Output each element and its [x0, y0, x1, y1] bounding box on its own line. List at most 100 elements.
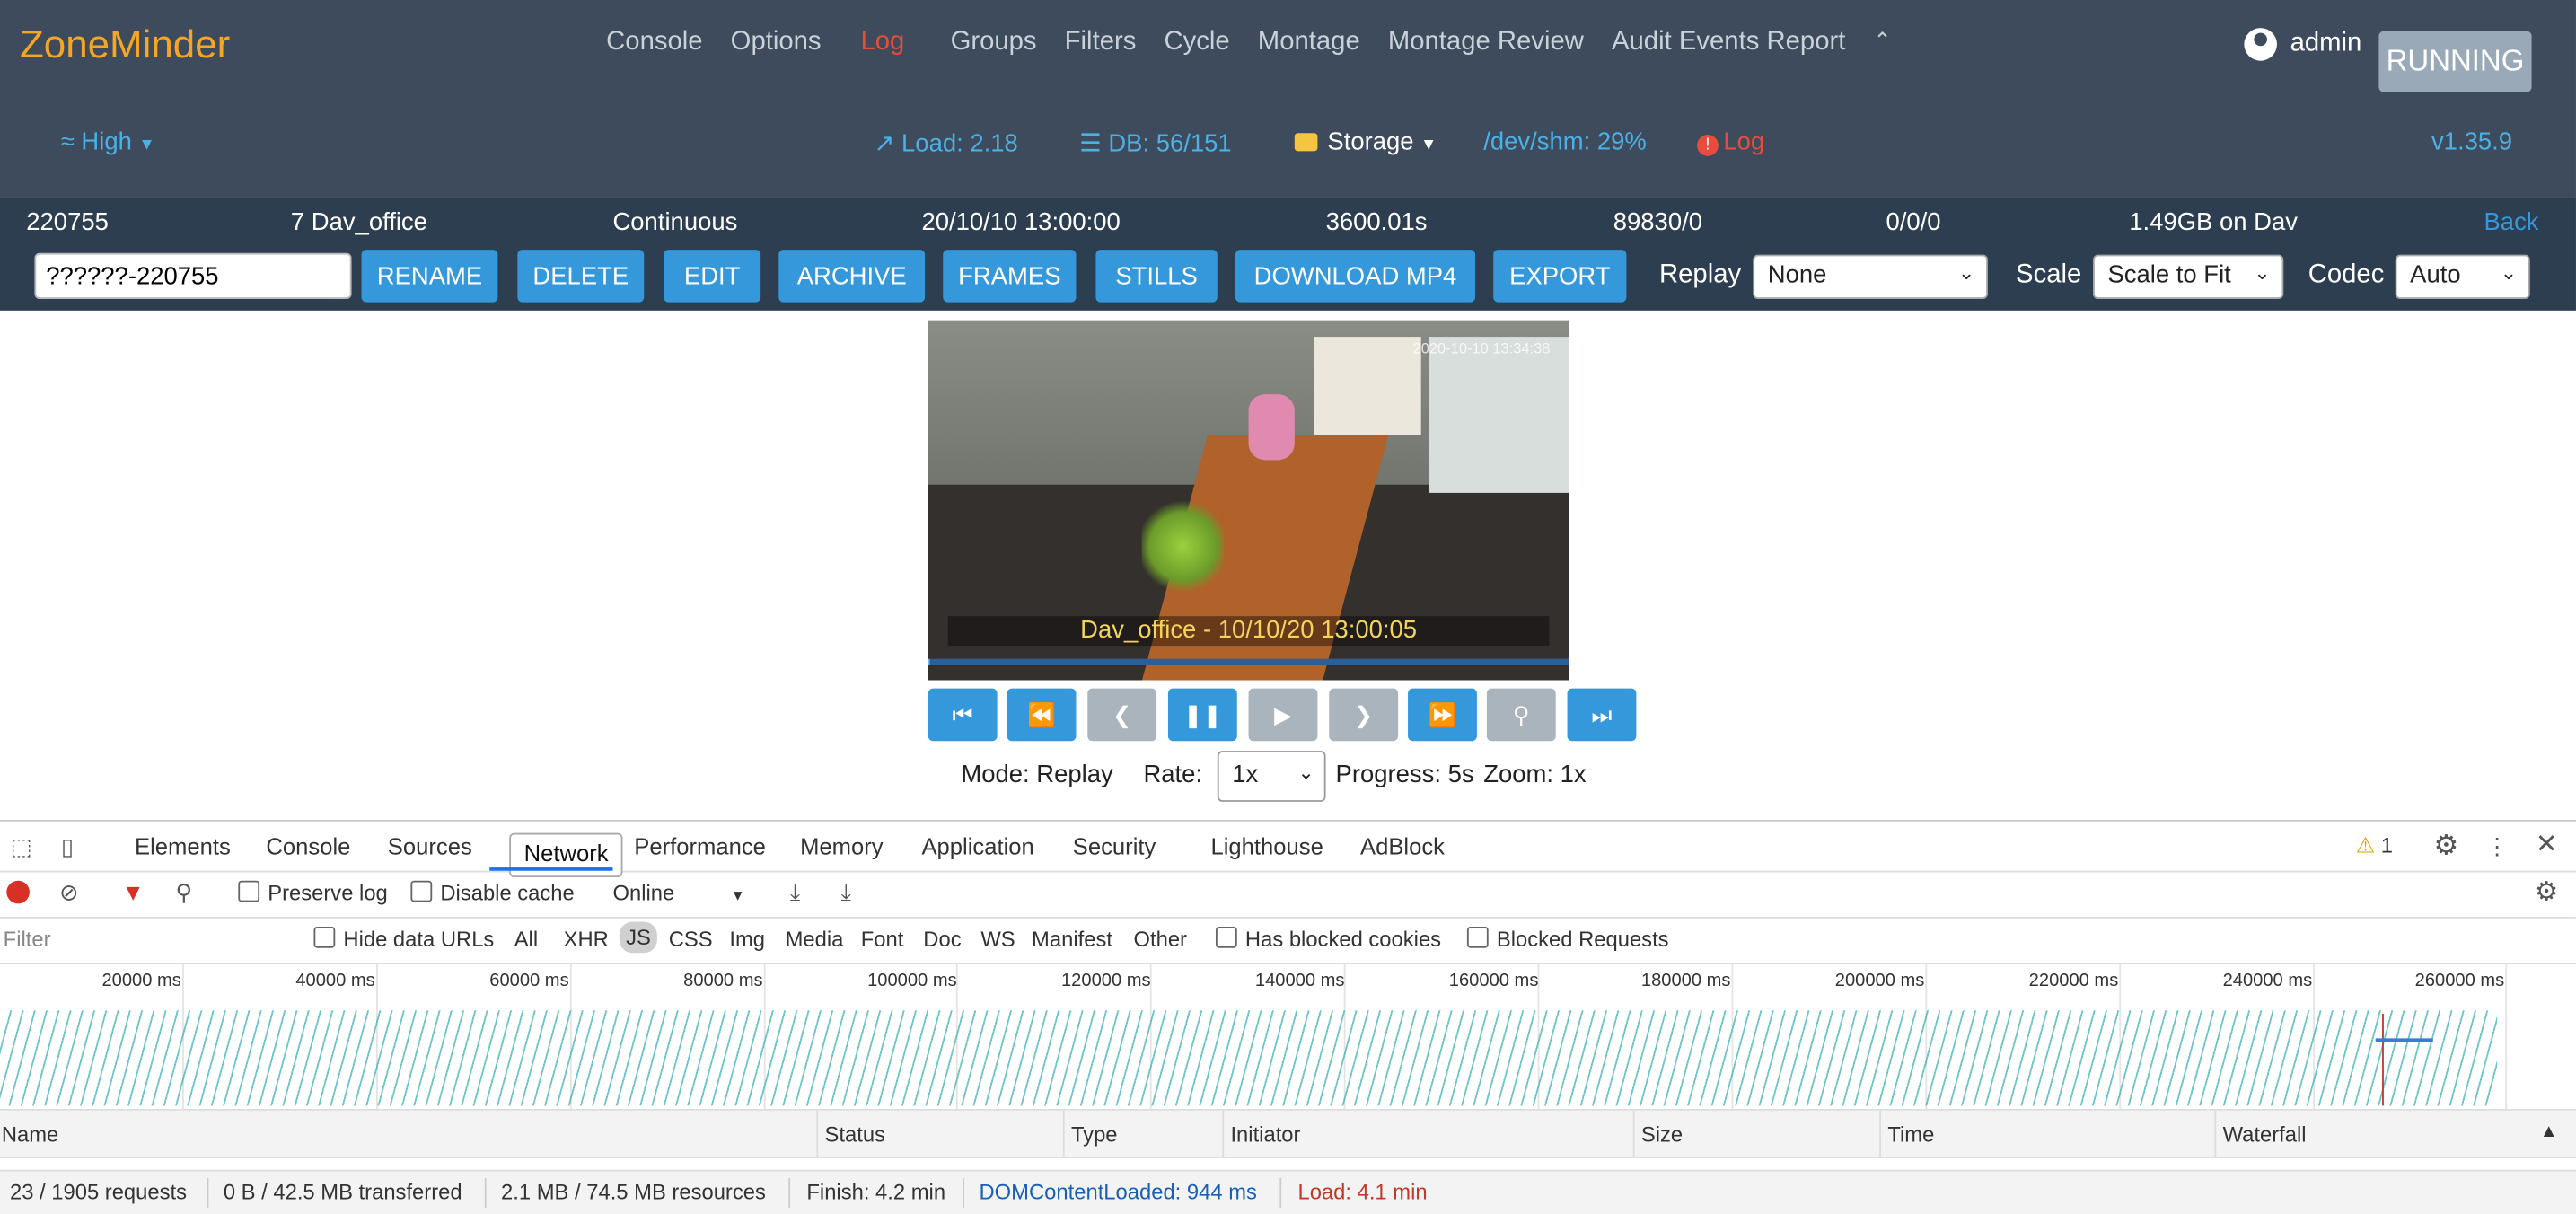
archive-button[interactable]: ARCHIVE — [778, 250, 926, 303]
column-divider[interactable] — [2214, 1110, 2217, 1157]
delete-button[interactable]: DELETE — [517, 250, 645, 303]
import-har-icon[interactable]: ⤓ — [782, 878, 808, 905]
back-link[interactable]: Back — [2484, 208, 2539, 236]
scale-select[interactable]: Scale to Fit ⌄ — [2093, 254, 2284, 300]
blocked-requests-checkbox[interactable]: Blocked Requests — [1466, 926, 1669, 951]
nav-montage[interactable]: Montage — [1258, 28, 1360, 57]
filter-type-css[interactable]: CSS — [669, 927, 713, 951]
preserve-log-checkbox[interactable]: Preserve log — [238, 880, 388, 905]
throttling-select[interactable]: Online ▼ — [612, 881, 744, 905]
more-options-icon[interactable]: ⋮ — [2484, 831, 2510, 861]
tab-memory[interactable]: Memory — [800, 833, 884, 859]
filter-icon[interactable]: ▼ — [120, 879, 146, 905]
filter-type-manifest[interactable]: Manifest — [1032, 927, 1112, 951]
nav-groups[interactable]: Groups — [951, 28, 1037, 57]
nav-log[interactable]: Log — [860, 28, 904, 57]
tab-lighthouse[interactable]: Lighthouse — [1210, 833, 1323, 859]
filter-type-media[interactable]: Media — [786, 927, 844, 951]
network-settings-gear-icon[interactable]: ⚙ — [2532, 879, 2562, 907]
network-overview-timeline[interactable]: 20000 ms 40000 ms 60000 ms 80000 ms 1000… — [0, 964, 2576, 1111]
pause-button[interactable]: ❚❚ — [1167, 688, 1237, 742]
brand-logo[interactable]: ZoneMinder — [20, 23, 230, 69]
nav-montage-review[interactable]: Montage Review — [1388, 28, 1584, 57]
has-blocked-cookies-checkbox[interactable]: Has blocked cookies — [1215, 926, 1441, 951]
skip-start-button[interactable]: ⏮ — [928, 688, 998, 742]
column-waterfall[interactable]: Waterfall — [2223, 1122, 2307, 1147]
filter-type-doc[interactable]: Doc — [923, 927, 961, 951]
replay-select[interactable]: None ⌄ — [1753, 254, 1988, 300]
nav-options[interactable]: Options — [731, 28, 822, 57]
run-state-button[interactable]: RUNNING — [2378, 31, 2532, 92]
column-initiator[interactable]: Initiator — [1230, 1122, 1300, 1147]
column-size[interactable]: Size — [1641, 1122, 1683, 1147]
chevron-up-icon[interactable]: ⌃ — [1873, 28, 1891, 57]
export-har-icon[interactable]: ⤓ — [833, 878, 859, 905]
nav-filters[interactable]: Filters — [1065, 28, 1137, 57]
stills-button[interactable]: STILLS — [1095, 250, 1218, 303]
column-type[interactable]: Type — [1071, 1122, 1118, 1147]
tab-elements[interactable]: Elements — [135, 833, 231, 859]
search-icon[interactable]: ⚲ — [171, 878, 197, 905]
step-back-button[interactable]: ❮ — [1087, 688, 1157, 742]
devtools-tabbar: ⬚ ▯ Elements Console Sources Network Per… — [0, 822, 2576, 878]
tab-adblock[interactable]: AdBlock — [1360, 833, 1445, 859]
column-divider[interactable] — [1062, 1110, 1065, 1157]
fast-backward-button[interactable]: ⏪ — [1007, 688, 1077, 742]
rate-select[interactable]: 1x ⌄ — [1217, 751, 1326, 802]
tab-performance[interactable]: Performance — [634, 833, 766, 859]
column-divider[interactable] — [1879, 1110, 1882, 1157]
skip-end-button[interactable]: ⏭ — [1567, 688, 1637, 742]
event-name-input[interactable] — [34, 252, 352, 300]
tab-security[interactable]: Security — [1073, 833, 1156, 859]
filter-type-ws[interactable]: WS — [980, 927, 1015, 951]
filter-type-other[interactable]: Other — [1133, 927, 1186, 951]
nav-console[interactable]: Console — [606, 28, 702, 57]
record-icon[interactable] — [6, 880, 30, 904]
event-monitor[interactable]: 7 Dav_office — [291, 208, 427, 236]
column-divider[interactable] — [816, 1110, 819, 1157]
tab-console[interactable]: Console — [266, 833, 350, 859]
filter-type-img[interactable]: Img — [729, 927, 765, 951]
tab-sources[interactable]: Sources — [388, 833, 472, 859]
event-frames[interactable]: 89830/0 — [1613, 208, 1702, 236]
filter-input[interactable]: Filter — [0, 923, 290, 956]
video-progress-bar[interactable] — [928, 658, 1569, 666]
version-label[interactable]: v1.35.9 — [2431, 128, 2512, 156]
filter-type-font[interactable]: Font — [861, 927, 904, 951]
filter-type-all[interactable]: All — [514, 927, 538, 951]
storage-dropdown[interactable]: Storage ▼ — [1294, 128, 1437, 156]
filter-type-xhr[interactable]: XHR — [564, 927, 609, 951]
column-divider[interactable] — [1632, 1110, 1635, 1157]
bandwidth-dropdown[interactable]: ≈ High ▼ — [61, 128, 155, 156]
fast-forward-button[interactable]: ⏩ — [1408, 688, 1477, 742]
user-menu[interactable]: admin — [2244, 28, 2361, 61]
edit-button[interactable]: EDIT — [664, 250, 761, 303]
codec-select[interactable]: Auto ⌄ — [2395, 254, 2530, 300]
hide-data-urls-checkbox[interactable]: Hide data URLs — [313, 926, 494, 951]
column-divider[interactable] — [1222, 1110, 1225, 1157]
nav-audit-events-report[interactable]: Audit Events Report — [1612, 28, 1845, 57]
sort-ascending-icon[interactable]: ▲ — [2540, 1122, 2558, 1142]
settings-gear-icon[interactable]: ⚙ — [2430, 830, 2463, 861]
column-name[interactable]: Name — [2, 1122, 58, 1147]
zoom-out-button[interactable]: ⚲ — [1486, 688, 1556, 742]
tab-application[interactable]: Application — [921, 833, 1033, 859]
close-devtools-icon[interactable]: ✕ — [2533, 830, 2559, 859]
frames-button[interactable]: FRAMES — [943, 250, 1077, 303]
rename-button[interactable]: RENAME — [361, 250, 498, 303]
clear-icon[interactable]: ⊘ — [56, 878, 82, 905]
disable-cache-checkbox[interactable]: Disable cache — [410, 880, 575, 905]
column-time[interactable]: Time — [1887, 1122, 1934, 1147]
play-button[interactable]: ▶ — [1248, 688, 1318, 742]
export-button[interactable]: EXPORT — [1493, 250, 1627, 303]
device-toolbar-icon[interactable]: ▯ — [53, 831, 83, 861]
nav-cycle[interactable]: Cycle — [1164, 28, 1229, 57]
download-mp4-button[interactable]: DOWNLOAD MP4 — [1235, 250, 1476, 303]
inspect-element-icon[interactable]: ⬚ — [6, 831, 36, 861]
column-status[interactable]: Status — [825, 1122, 885, 1147]
warning-count[interactable]: ⚠ 1 — [2356, 833, 2393, 859]
log-alert-link[interactable]: ! Log — [1697, 128, 1764, 156]
step-forward-button[interactable]: ❯ — [1329, 688, 1399, 742]
video-player[interactable]: 2020-10-10 13:34:38 Dav_office - 10/10/2… — [928, 320, 1569, 681]
filter-type-js[interactable]: JS — [619, 921, 658, 954]
